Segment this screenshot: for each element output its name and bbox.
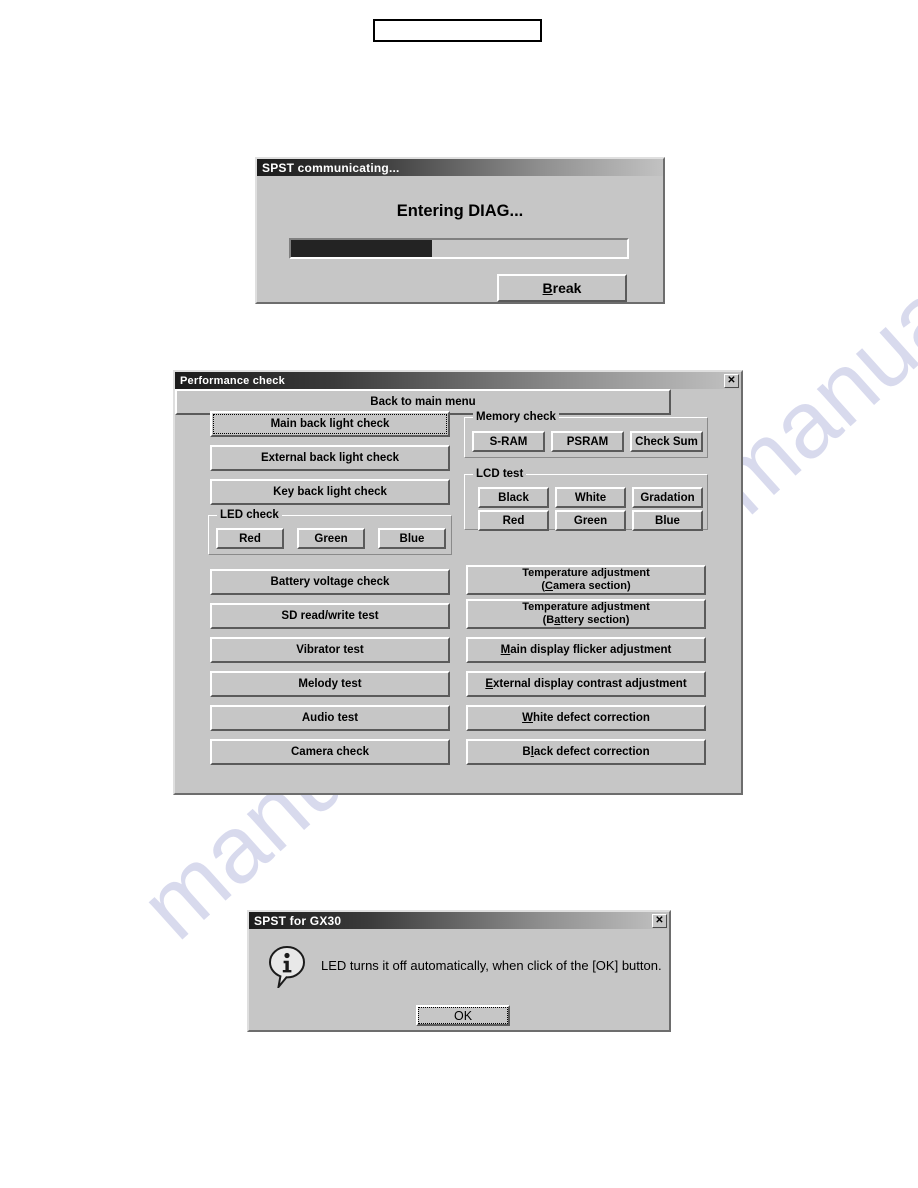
lcd-test-group: LCD test Black White Gradation Red Green Blue	[464, 468, 708, 531]
perf-left-button-label: Vibrator test	[296, 644, 364, 656]
accelerator-char: l	[530, 746, 534, 758]
perf-left-button[interactable]: SD read/write test	[210, 603, 450, 629]
window-title: Performance check	[180, 374, 285, 387]
perf-left-button-label: Camera check	[291, 746, 369, 758]
memory-check-button[interactable]: S-RAM	[472, 431, 545, 452]
perf-right-button[interactable]: Temperature adjustment (Battery section)	[466, 599, 706, 629]
perf-left-button[interactable]: Camera check	[210, 739, 450, 765]
lcd-test-button-label: Gradation	[640, 491, 695, 504]
perf-right-button-label: White defect correction	[522, 712, 650, 724]
led-check-button-label: Green	[314, 532, 348, 545]
perf-left-button[interactable]: Battery voltage check	[210, 569, 450, 595]
spst-message-dialog: SPST for GX30 ✕ LED turns it off automat…	[247, 910, 671, 1032]
ok-button[interactable]: OK	[416, 1005, 510, 1026]
ok-button-label: OK	[453, 1008, 473, 1023]
memory-check-legend: Memory check	[473, 411, 559, 423]
perf-left-button-label: Audio test	[301, 712, 359, 724]
perf-left-button[interactable]: External back light check	[210, 445, 450, 471]
perf-left-button[interactable]: Audio test	[210, 705, 450, 731]
lcd-test-button-label: Blue	[655, 514, 680, 527]
perf-left-button-label: External back light check	[260, 452, 400, 464]
perf-right-button[interactable]: Temperature adjustment (Camera section)	[466, 565, 706, 595]
perf-left-button[interactable]: Key back light check	[210, 479, 450, 505]
memory-check-button[interactable]: Check Sum	[630, 431, 703, 452]
perf-right-button-label: Black defect correction	[522, 746, 650, 758]
lcd-test-button[interactable]: Black	[478, 487, 549, 508]
titlebar: SPST for GX30 ✕	[249, 912, 669, 929]
lcd-test-button-label: Black	[498, 491, 529, 504]
dialog-body: LED turns it off automatically, when cli…	[249, 929, 669, 1030]
memory-check-button-label: S-RAM	[489, 435, 528, 448]
break-button-accel: B	[542, 280, 553, 296]
performance-check-window: Performance check ✕ Main back light chec…	[173, 370, 743, 795]
perf-left-button-label: Battery voltage check	[270, 576, 390, 588]
led-check-button-label: Red	[239, 532, 261, 545]
break-button-label: reak	[552, 280, 582, 296]
led-check-button[interactable]: Red	[216, 528, 284, 549]
spst-communicating-dialog: SPST communicating... Entering DIAG... B…	[255, 157, 665, 304]
close-icon[interactable]: ✕	[724, 373, 739, 388]
perf-left-button-label: Main back light check	[270, 418, 390, 430]
lcd-test-legend: LCD test	[473, 468, 527, 480]
lcd-test-button-label: Red	[502, 514, 525, 527]
perf-left-button[interactable]: Melody test	[210, 671, 450, 697]
message-text: LED turns it off automatically, when cli…	[321, 958, 662, 973]
perf-right-button[interactable]: Black defect correction	[466, 739, 706, 765]
lcd-test-button-label: White	[574, 491, 607, 504]
led-check-group: LED check Red Green Blue	[208, 509, 452, 555]
progress-bar-fill	[291, 240, 433, 257]
perf-left-button-label: SD read/write test	[281, 610, 379, 622]
dialog-body: Entering DIAG... Break	[257, 176, 663, 302]
led-check-button-label: Blue	[399, 532, 425, 545]
perf-right-button-label: Main display flicker adjustment	[500, 644, 672, 656]
led-check-legend: LED check	[217, 509, 282, 521]
memory-check-group: Memory check S-RAM PSRAM Check Sum	[464, 411, 708, 458]
memory-check-button-label: Check Sum	[635, 435, 698, 448]
lcd-test-button[interactable]: White	[555, 487, 626, 508]
led-check-button[interactable]: Green	[297, 528, 365, 549]
break-button[interactable]: Break	[497, 274, 627, 302]
back-to-main-menu-label: Back to main menu	[370, 396, 476, 408]
window-title: SPST for GX30	[254, 913, 342, 928]
lcd-test-button[interactable]: Green	[555, 510, 626, 531]
accelerator-char: W	[522, 712, 533, 724]
accelerator-char: C	[545, 580, 553, 592]
window-title: SPST communicating...	[262, 160, 400, 175]
perf-left-button[interactable]: Vibrator test	[210, 637, 450, 663]
accelerator-char: M	[500, 644, 511, 656]
perf-right-button[interactable]: External display contrast adjustment	[466, 671, 706, 697]
lcd-test-button[interactable]: Red	[478, 510, 549, 531]
memory-check-button[interactable]: PSRAM	[551, 431, 624, 452]
lcd-test-button-label: Green	[573, 514, 608, 527]
accelerator-char: a	[554, 614, 561, 626]
perf-right-button[interactable]: Main display flicker adjustment	[466, 637, 706, 663]
perf-left-button[interactable]: Main back light check	[210, 411, 450, 437]
titlebar: Performance check ✕	[175, 372, 741, 389]
accelerator-char: E	[485, 678, 494, 690]
lcd-test-button[interactable]: Blue	[632, 510, 703, 531]
perf-right-button[interactable]: White defect correction	[466, 705, 706, 731]
lcd-test-button[interactable]: Gradation	[632, 487, 703, 508]
top-empty-box	[373, 19, 542, 42]
progress-bar	[289, 238, 629, 259]
perf-right-button-label: Temperature adjustment (Battery section)	[522, 601, 650, 626]
dialog-body: Main back light check External back light…	[175, 389, 741, 793]
perf-left-button-label: Melody test	[298, 678, 362, 690]
titlebar: SPST communicating...	[257, 159, 663, 176]
led-check-button[interactable]: Blue	[378, 528, 446, 549]
memory-check-button-label: PSRAM	[566, 435, 609, 448]
perf-left-button-label: Key back light check	[273, 486, 387, 498]
status-message: Entering DIAG...	[396, 202, 524, 220]
perf-right-button-label: External display contrast adjustment	[485, 678, 687, 690]
perf-right-button-label: Temperature adjustment (Camera section)	[522, 567, 650, 592]
information-icon	[268, 945, 306, 991]
close-icon[interactable]: ✕	[652, 913, 667, 928]
